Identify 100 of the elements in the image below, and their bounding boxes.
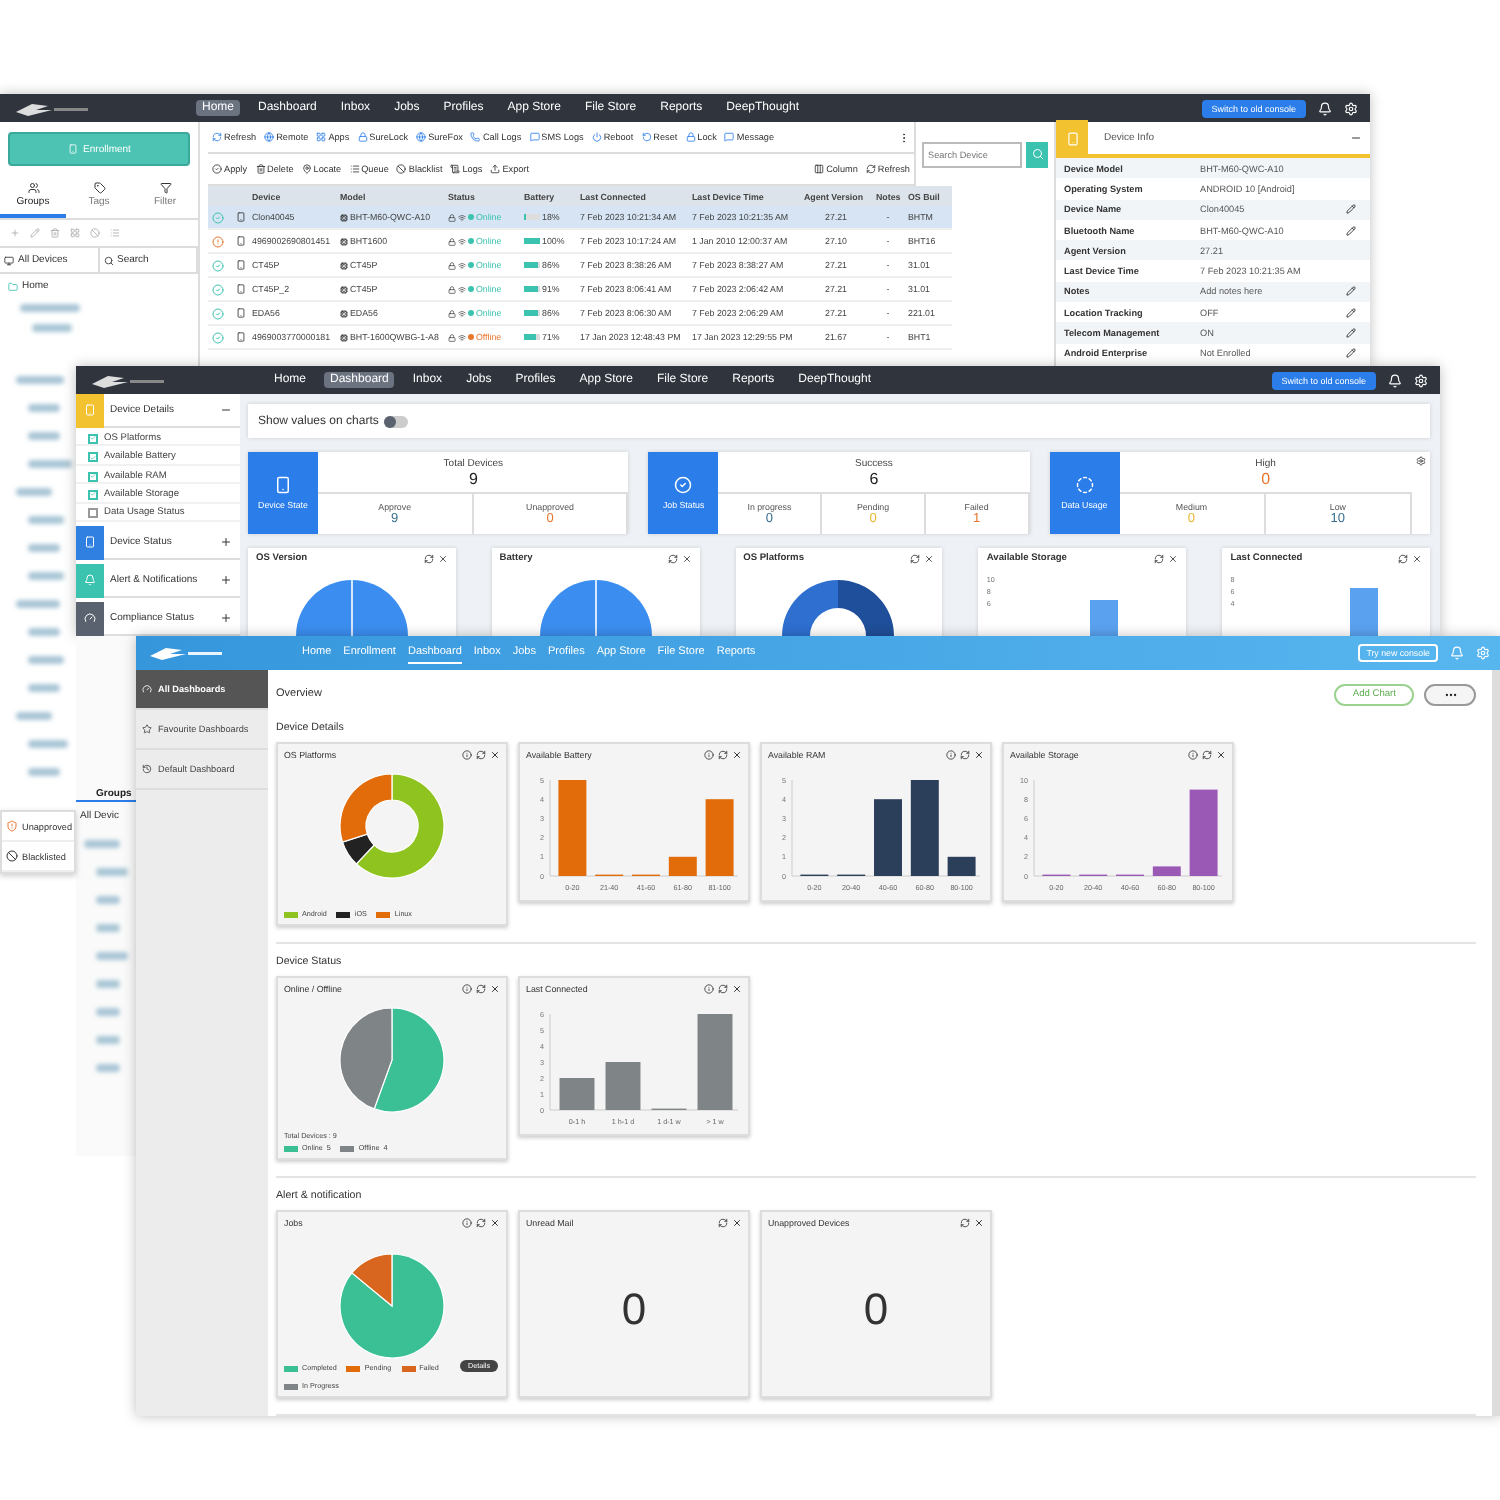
blurred-tree-item (28, 544, 60, 552)
toggle-switch[interactable] (384, 415, 409, 427)
donut-chart-drawing (778, 576, 899, 636)
bell-icon[interactable] (1318, 101, 1332, 115)
grid-icon (316, 132, 327, 142)
search-icon (1031, 148, 1043, 160)
blurred-tree-item (96, 952, 128, 960)
refresh-icon[interactable] (910, 554, 921, 564)
refresh-icon[interactable] (476, 1218, 486, 1228)
star-icon (142, 724, 152, 734)
gauge-icon (84, 612, 96, 625)
blurred-tree-item (96, 1008, 120, 1016)
refresh-icon[interactable] (960, 750, 970, 760)
blurred-tree-item (96, 924, 120, 932)
checkbox[interactable] (88, 508, 98, 519)
refresh-icon[interactable] (718, 984, 728, 994)
blurred-tree-item (28, 516, 64, 524)
refresh-icon[interactable] (423, 554, 434, 564)
phone-icon (236, 212, 246, 222)
info-icon[interactable] (704, 984, 714, 994)
battery-bar (524, 238, 540, 244)
check-circle-icon (212, 164, 222, 174)
edit-icon[interactable] (1346, 225, 1356, 236)
blurred-tree-item (96, 1036, 120, 1044)
bar (1189, 789, 1218, 876)
info-icon[interactable] (946, 750, 956, 760)
lock-icon (448, 285, 456, 293)
folder-icon (8, 281, 18, 291)
more-button[interactable] (1424, 683, 1476, 705)
blurred-tree-item (20, 304, 80, 312)
edit-icon[interactable] (1346, 307, 1356, 318)
phone-icon (67, 144, 78, 154)
search-icon (103, 255, 113, 265)
history-icon (142, 764, 152, 774)
info-icon[interactable] (462, 984, 472, 994)
battery-bar (524, 310, 540, 316)
bar (910, 780, 939, 876)
gauge-icon (142, 684, 152, 694)
bar (668, 856, 697, 876)
phone-icon (236, 308, 246, 318)
refresh-icon[interactable] (960, 1218, 970, 1228)
refresh-icon[interactable] (718, 750, 728, 760)
blurred-tree-item (96, 1064, 120, 1072)
lock-icon (357, 132, 368, 142)
filter-icon (159, 182, 171, 194)
power-icon (591, 132, 602, 142)
info-icon[interactable] (704, 750, 714, 760)
refresh-icon[interactable] (476, 984, 486, 994)
signal-icon (458, 213, 466, 221)
edit-icon[interactable] (1346, 328, 1356, 339)
signal-icon (458, 333, 466, 341)
columns-icon (814, 164, 825, 174)
refresh-icon[interactable] (1154, 554, 1165, 564)
info-icon[interactable] (462, 750, 472, 760)
bar (605, 1062, 641, 1110)
signal-icon (458, 237, 466, 245)
count-value: 0 (863, 1283, 889, 1335)
globe-icon (416, 132, 427, 142)
checkbox[interactable] (88, 471, 98, 482)
collapse-icon[interactable] (1350, 132, 1362, 144)
refresh-icon[interactable] (1398, 554, 1408, 564)
bar (697, 1014, 733, 1110)
info-icon[interactable] (462, 1218, 472, 1228)
pie-chart-drawing (338, 1006, 446, 1114)
bar (558, 780, 587, 876)
bar (559, 1078, 595, 1110)
blurred-tree-item (32, 324, 72, 332)
refresh-icon[interactable] (718, 1218, 728, 1228)
users-icon (27, 182, 39, 194)
blurred-tree-item (96, 896, 120, 904)
bar-chart-drawing (1090, 600, 1119, 636)
edit-icon[interactable] (1346, 286, 1356, 297)
bell-icon[interactable] (1388, 373, 1402, 387)
blurred-tree-item (96, 868, 128, 876)
edit-icon[interactable] (1346, 348, 1356, 359)
phone-icon (470, 132, 481, 142)
blurred-tree-item (28, 572, 64, 580)
message-icon (724, 132, 735, 142)
battery-bar (524, 262, 540, 268)
blurred-tree-item (28, 684, 60, 692)
blurred-tree-item (28, 656, 64, 664)
logo (88, 371, 168, 389)
blurred-tree-item (96, 980, 120, 988)
blurred-tree-item (16, 376, 64, 384)
lock-icon (448, 237, 456, 245)
checkbox[interactable] (88, 452, 98, 463)
reset-icon (641, 132, 652, 142)
edit-icon[interactable] (1346, 204, 1356, 215)
blurred-tree-item (28, 460, 72, 468)
log-icon (450, 164, 461, 174)
refresh-icon[interactable] (667, 554, 678, 564)
blurred-tree-item (16, 488, 52, 496)
checkbox[interactable] (88, 433, 98, 444)
refresh-icon[interactable] (476, 750, 486, 760)
checkbox[interactable] (88, 489, 98, 500)
refresh-icon[interactable] (1202, 750, 1212, 760)
phone-icon (236, 284, 246, 294)
info-icon[interactable] (1188, 750, 1198, 760)
phone-icon (236, 236, 246, 246)
phone-icon (84, 536, 96, 549)
